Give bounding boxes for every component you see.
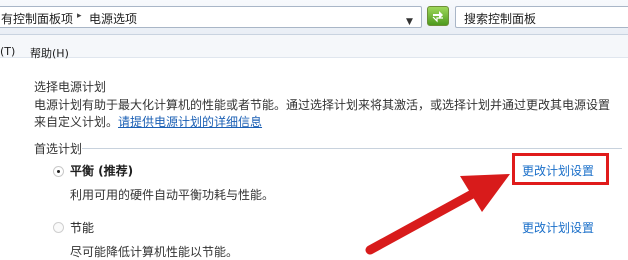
address-bar: 有控制面板项 ▸ 电源选项 ▼ 搜索控制面板 [0, 0, 628, 35]
plan-radio-balanced[interactable] [53, 166, 64, 177]
plan-name-balanced[interactable]: 平衡 (推荐) [70, 162, 133, 179]
radio-selected-dot [57, 170, 60, 173]
menu-tools[interactable]: (T) [0, 45, 15, 58]
search-placeholder: 搜索控制面板 [464, 12, 537, 26]
annotation-highlight-box [512, 153, 609, 185]
refresh-button[interactable] [427, 6, 449, 26]
section-title: 首选计划 [34, 142, 83, 156]
search-input[interactable]: 搜索控制面板 [455, 6, 628, 28]
plan-description-balanced: 利用可用的硬件自动平衡功耗与性能。 [70, 188, 275, 202]
breadcrumb-item-control-panel[interactable]: 有控制面板项 [1, 10, 73, 27]
section-divider [82, 148, 622, 149]
menu-help[interactable]: 帮助(H) [30, 45, 69, 61]
breadcrumb-separator-icon[interactable]: ▸ [77, 11, 82, 21]
plan-name-power-saver[interactable]: 节能 [70, 219, 94, 236]
plan-radio-power-saver[interactable] [53, 222, 64, 233]
breadcrumb[interactable]: 有控制面板项 ▸ 电源选项 ▼ [0, 6, 422, 28]
address-dropdown-icon[interactable]: ▼ [406, 17, 413, 27]
annotation-arrow-icon [365, 174, 510, 255]
description-line-2: 来自定义计划。请提供电源计划的详细信息 [34, 113, 262, 130]
description-line-1: 电源计划有助于最大化计算机的性能或者节能。通过选择计划来将其激活，或选择计划并通… [34, 98, 611, 112]
breadcrumb-item-power-options[interactable]: 电源选项 [89, 10, 137, 27]
plan-details-link[interactable]: 请提供电源计划的详细信息 [118, 115, 262, 129]
change-plan-settings-link-power-saver[interactable]: 更改计划设置 [522, 219, 594, 236]
page-heading: 选择电源计划 [34, 80, 107, 94]
description-prefix: 来自定义计划。 [34, 115, 119, 129]
menu-bar: (T) 帮助(H) [0, 35, 628, 61]
refresh-icon [432, 11, 443, 23]
